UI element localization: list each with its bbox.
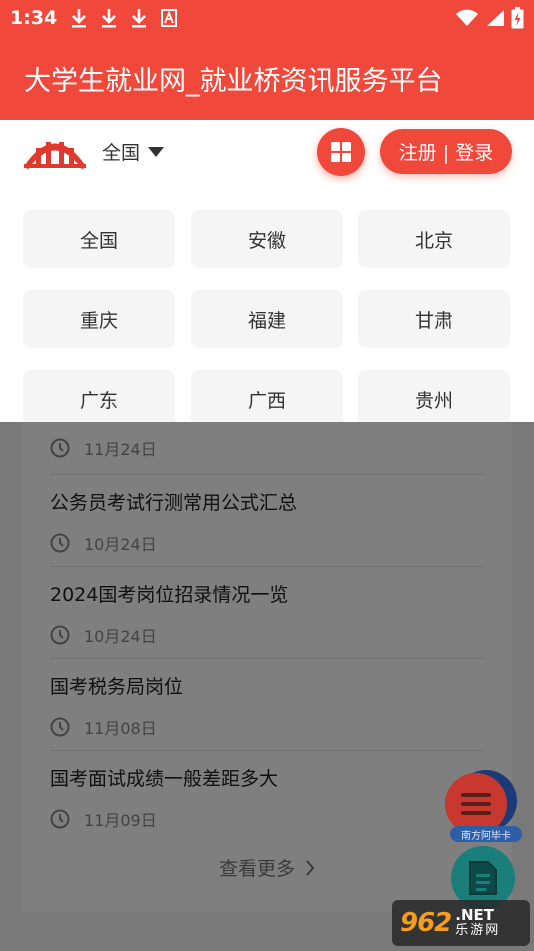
region-option[interactable]: 全国 — [23, 210, 175, 268]
caret-down-icon — [148, 146, 165, 157]
wifi-icon — [456, 9, 478, 26]
watermark-text: .NET 乐游网 — [455, 906, 501, 939]
region-dropdown[interactable]: 全国 — [102, 138, 165, 165]
system-status-icons — [455, 7, 524, 29]
region-option[interactable]: 福建 — [191, 290, 343, 348]
battery-icon — [511, 7, 524, 29]
watermark-number: 962 — [400, 908, 452, 938]
site-watermark: 962 .NET 乐游网 — [392, 900, 530, 946]
app-notification-icon — [161, 9, 178, 27]
download-icon — [132, 9, 147, 28]
signal-icon — [487, 10, 504, 26]
category-grid-button[interactable] — [317, 128, 365, 176]
site-logo[interactable] — [22, 130, 88, 170]
region-option[interactable]: 安徽 — [191, 210, 343, 268]
download-icon — [72, 9, 87, 28]
region-option[interactable]: 甘肃 — [358, 290, 510, 348]
watermark-site: 乐游网 — [455, 923, 501, 939]
card-promo-label: 南方阿毕卡 — [450, 826, 522, 842]
register-login-button[interactable]: 注册 | 登录 — [380, 129, 512, 174]
region-grid: 全国 安徽 北京 重庆 福建 甘肃 广东 广西 贵州 — [0, 184, 534, 428]
region-dropdown-label: 全国 — [102, 142, 141, 164]
region-option[interactable]: 北京 — [358, 210, 510, 268]
page-title: 大学生就业网_就业桥资讯服务平台 — [0, 36, 534, 120]
region-option[interactable]: 贵州 — [358, 370, 510, 428]
header-row: 全国 注册 | 登录 — [0, 120, 534, 184]
region-option[interactable]: 重庆 — [23, 290, 175, 348]
status-time: 1:34 — [10, 7, 58, 29]
watermark-net: .NET — [455, 906, 495, 925]
notification-icons — [71, 8, 178, 28]
menu-icon — [461, 793, 491, 815]
download-icon — [102, 9, 117, 28]
grid-icon — [331, 142, 351, 162]
region-option[interactable]: 广东 — [23, 370, 175, 428]
document-icon — [469, 861, 497, 895]
status-bar: 1:34 — [0, 0, 534, 36]
region-option[interactable]: 广西 — [191, 370, 343, 428]
